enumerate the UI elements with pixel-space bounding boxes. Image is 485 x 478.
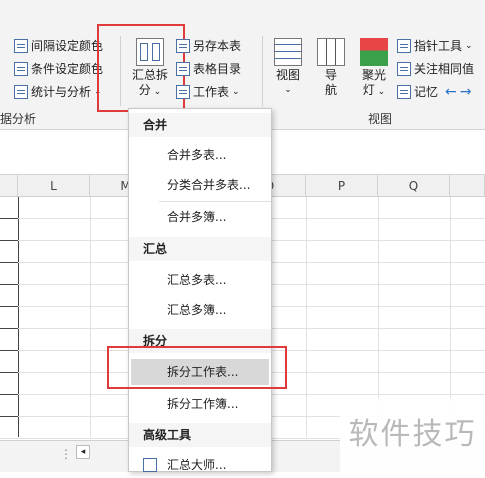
summarize-split-menu: 合并 合并多表... 分类合并多表... 合并多簿... 汇总 汇总多表... … [128,108,272,472]
chevron-down-icon: ⌄ [465,40,473,51]
column-header-Q[interactable]: Q [378,175,450,197]
summary-master-icon [143,458,157,472]
highlight-box-split-sheet [107,346,287,389]
table-directory-label: 表格目录 [193,62,242,76]
chevron-down-icon: ⌄ [284,85,292,95]
grid-line [18,197,19,437]
cell-border [0,306,18,307]
menu-item-split-workbook[interactable]: 拆分工作簿... [129,391,271,417]
cell-border [0,350,18,351]
cell-border [0,394,18,395]
view-group-label: 视图 [368,112,393,126]
interval-color-label: 间隔设定颜色 [31,39,104,53]
save-sheet-button[interactable]: 另存本表 [176,37,241,54]
menu-item-merge-workbooks[interactable]: 合并多簿... [129,204,271,230]
navigation-label-1: 导 [324,68,337,82]
cell-border [0,416,18,417]
view-label: 视图 [275,68,300,82]
worksheet-label: 工作表 [193,85,230,99]
pointer-tool-label: 指针工具 [414,39,463,53]
cell-border [0,328,18,329]
conditional-color-label: 条件设定颜色 [31,62,104,76]
column-header-R[interactable] [450,175,485,197]
save-sheet-icon [176,38,190,53]
data-analysis-group-label: 据分析 [0,112,37,126]
navigation-grid-icon [317,38,345,66]
menu-item-summarize-sheets[interactable]: 汇总多表... [129,267,271,293]
cell-border [0,218,18,219]
menu-section-summary: 汇总 [129,237,271,261]
more-dots-icon[interactable]: ⋮ [60,447,72,461]
interval-color-icon [14,38,28,53]
menu-section-advanced: 高级工具 [129,423,271,447]
same-value-label: 关注相同值 [414,62,475,76]
cell-border [0,240,18,241]
navigation-label-2: 航 [324,83,337,97]
table-directory-icon [176,61,190,76]
stats-analysis-icon [14,84,28,99]
menu-item-summarize-workbooks[interactable]: 汇总多簿... [129,297,271,323]
table-directory-button[interactable]: 表格目录 [176,60,241,77]
menu-item-summary-master-label: 汇总大师... [167,458,227,472]
memory-icon [397,84,411,99]
navigation-button[interactable]: 导 航 [314,38,348,98]
interval-color-button[interactable]: 间隔设定颜色 [14,37,103,54]
cell-border [0,262,18,263]
pointer-tool-icon [397,38,411,53]
grid-line [90,197,91,437]
menu-item-merge-sheets[interactable]: 合并多表... [129,142,271,168]
column-header-L[interactable]: L [18,175,90,197]
save-sheet-label: 另存本表 [193,39,242,53]
view-grid-icon [274,38,302,66]
stats-analysis-label: 统计与分析 [31,85,92,99]
cell-border [0,372,18,373]
grid-line [306,197,307,437]
worksheet-icon [176,84,190,99]
memory-label: 记忆 [414,85,439,99]
view-button[interactable]: 视图 ⌄ [270,38,306,98]
group-divider [262,36,263,106]
row-header-corner [0,175,18,197]
conditional-color-button[interactable]: 条件设定颜色 [14,60,103,77]
pointer-tool-button[interactable]: 指针工具 ⌄ [397,37,473,54]
spotlight-icon [360,38,388,66]
conditional-color-icon [14,61,28,76]
same-value-icon [397,61,411,76]
worksheet-button[interactable]: 工作表 ⌄ [176,83,240,100]
spotlight-label-1: 聚光 [361,68,386,82]
memory-button[interactable]: 记忆 ← → [397,83,471,100]
watermark: 软件技巧 [340,398,485,472]
spotlight-label-2: 灯 [362,83,375,97]
chevron-down-icon: ⌄ [374,87,386,97]
menu-section-merge: 合并 [129,113,271,137]
highlight-box-ribbon [97,24,185,112]
chevron-down-icon: ⌄ [232,86,240,97]
cell-border [0,284,18,285]
same-value-button[interactable]: 关注相同值 [397,60,474,77]
arrow-right-icon[interactable]: → [460,84,472,100]
spotlight-button[interactable]: 聚光 灯 ⌄ [354,38,394,100]
arrow-left-icon[interactable]: ← [445,84,457,100]
menu-divider [159,201,271,202]
stats-analysis-button[interactable]: 统计与分析 ⌄ [14,83,102,100]
menu-item-category-merge[interactable]: 分类合并多表... [129,172,271,198]
column-header-P[interactable]: P [306,175,378,197]
menu-item-summary-master[interactable]: 汇总大师... [129,452,271,478]
scroll-left-button[interactable]: ◂ [76,445,90,459]
